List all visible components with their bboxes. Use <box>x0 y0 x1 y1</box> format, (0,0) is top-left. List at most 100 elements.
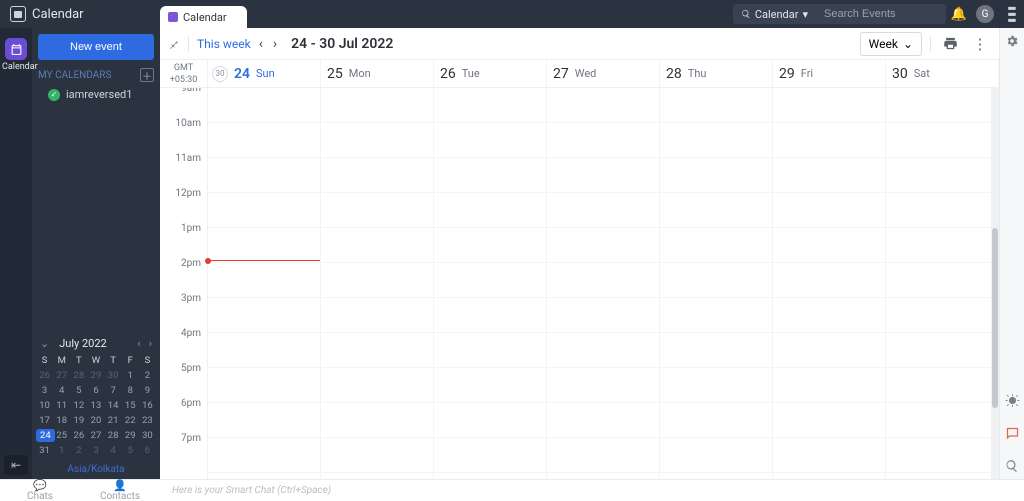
time-slot[interactable] <box>660 403 772 438</box>
time-slot[interactable] <box>547 193 659 228</box>
timezone-link[interactable]: Asia/Kolkata <box>32 462 160 479</box>
time-slot[interactable] <box>547 263 659 298</box>
time-slot[interactable] <box>886 88 998 123</box>
mini-day[interactable]: 28 <box>105 428 122 443</box>
time-slot[interactable] <box>547 88 659 123</box>
time-slot[interactable] <box>886 193 998 228</box>
time-slot[interactable] <box>434 333 546 368</box>
time-slot[interactable] <box>886 368 998 403</box>
time-slot[interactable] <box>321 88 433 123</box>
mini-day[interactable]: 6 <box>87 383 104 398</box>
time-slot[interactable] <box>886 228 998 263</box>
time-slot[interactable] <box>321 193 433 228</box>
search-input[interactable] <box>816 4 946 24</box>
time-slot[interactable] <box>547 298 659 333</box>
day-header-cell[interactable]: 26Tue <box>434 60 547 87</box>
rail-expand-button[interactable]: ⇤ <box>4 455 28 475</box>
time-slot[interactable] <box>547 438 659 473</box>
time-slot[interactable] <box>321 228 433 263</box>
app-switcher[interactable]: ▪▪▪▪▪▪▪▪▪ <box>998 0 1024 28</box>
time-slot[interactable] <box>434 88 546 123</box>
time-slot[interactable] <box>660 88 772 123</box>
time-slot[interactable] <box>773 228 885 263</box>
day-column[interactable] <box>660 88 773 479</box>
time-slot[interactable] <box>660 228 772 263</box>
time-slot[interactable] <box>547 158 659 193</box>
time-slot[interactable] <box>321 158 433 193</box>
time-slot[interactable] <box>660 123 772 158</box>
this-week-link[interactable]: This week <box>197 37 251 51</box>
time-slot[interactable] <box>208 438 320 473</box>
day-header-cell[interactable]: 25Mon <box>321 60 434 87</box>
time-slot[interactable] <box>773 333 885 368</box>
time-slot[interactable] <box>773 368 885 403</box>
mini-day[interactable]: 7 <box>105 383 122 398</box>
mini-day[interactable]: 18 <box>53 413 70 428</box>
time-slot[interactable] <box>208 403 320 438</box>
mini-day[interactable]: 15 <box>122 398 139 413</box>
settings-button[interactable] <box>1005 34 1019 48</box>
rail-app-calendar[interactable]: Calendar <box>2 32 30 74</box>
mini-day[interactable]: 1 <box>122 368 139 383</box>
mini-day[interactable]: 20 <box>87 413 104 428</box>
mini-day[interactable]: 26 <box>70 428 87 443</box>
week-grid[interactable]: 9am10am11am12pm1pm2pm3pm4pm5pm6pm7pm <box>160 88 999 479</box>
time-slot[interactable] <box>547 403 659 438</box>
more-menu-button[interactable]: ⋮ <box>969 35 991 53</box>
time-slot[interactable] <box>547 368 659 403</box>
bottom-chats[interactable]: 💬 Chats <box>0 480 80 501</box>
mini-day[interactable]: 3 <box>36 383 53 398</box>
day-column[interactable] <box>208 88 321 479</box>
time-slot[interactable] <box>773 158 885 193</box>
time-slot[interactable] <box>660 158 772 193</box>
add-calendar-button[interactable]: ＋ <box>140 68 154 82</box>
mini-day[interactable]: 22 <box>122 413 139 428</box>
search-side-button[interactable] <box>1005 459 1019 473</box>
time-slot[interactable] <box>886 158 998 193</box>
time-slot[interactable] <box>773 193 885 228</box>
mini-day[interactable]: 17 <box>36 413 53 428</box>
time-slot[interactable] <box>208 193 320 228</box>
time-slot[interactable] <box>434 158 546 193</box>
time-slot[interactable] <box>321 403 433 438</box>
bottom-contacts[interactable]: 👤 Contacts <box>80 480 160 501</box>
mini-day[interactable]: 28 <box>70 368 87 383</box>
print-button[interactable] <box>939 36 961 51</box>
time-slot[interactable] <box>208 368 320 403</box>
my-calendars-header[interactable]: MY CALENDARS ＋ <box>32 66 160 84</box>
mini-day[interactable]: 3 <box>87 443 104 458</box>
time-slot[interactable] <box>660 368 772 403</box>
time-slot[interactable] <box>434 193 546 228</box>
day-header-cell[interactable]: 3024Sun <box>208 60 321 87</box>
time-slot[interactable] <box>434 403 546 438</box>
time-slot[interactable] <box>886 123 998 158</box>
calendar-item[interactable]: ✓ iamreversed1 <box>32 84 160 105</box>
mini-day[interactable]: 10 <box>36 398 53 413</box>
mini-day[interactable]: 13 <box>87 398 104 413</box>
mini-day[interactable]: 12 <box>70 398 87 413</box>
time-slot[interactable] <box>321 298 433 333</box>
day-header-cell[interactable]: 27Wed <box>547 60 660 87</box>
time-slot[interactable] <box>321 263 433 298</box>
time-slot[interactable] <box>886 438 998 473</box>
prev-week-button[interactable]: ‹ <box>259 36 263 52</box>
day-column[interactable] <box>434 88 547 479</box>
search-scope-dropdown[interactable]: Calendar ▾ <box>733 4 816 24</box>
day-header-cell[interactable]: 28Thu <box>660 60 773 87</box>
mini-day[interactable]: 2 <box>70 443 87 458</box>
mini-day[interactable]: 2 <box>139 368 156 383</box>
time-slot[interactable] <box>773 298 885 333</box>
mini-day[interactable]: 29 <box>87 368 104 383</box>
mini-day[interactable]: 26 <box>36 368 53 383</box>
time-slot[interactable] <box>547 333 659 368</box>
mini-day[interactable]: 27 <box>53 368 70 383</box>
time-slot[interactable] <box>886 403 998 438</box>
mini-prev[interactable]: ‹ <box>137 337 140 350</box>
time-slot[interactable] <box>660 438 772 473</box>
time-slot[interactable] <box>660 193 772 228</box>
time-slot[interactable] <box>321 333 433 368</box>
time-slot[interactable] <box>773 403 885 438</box>
time-slot[interactable] <box>434 298 546 333</box>
time-slot[interactable] <box>434 368 546 403</box>
new-event-button[interactable]: New event <box>38 34 154 60</box>
